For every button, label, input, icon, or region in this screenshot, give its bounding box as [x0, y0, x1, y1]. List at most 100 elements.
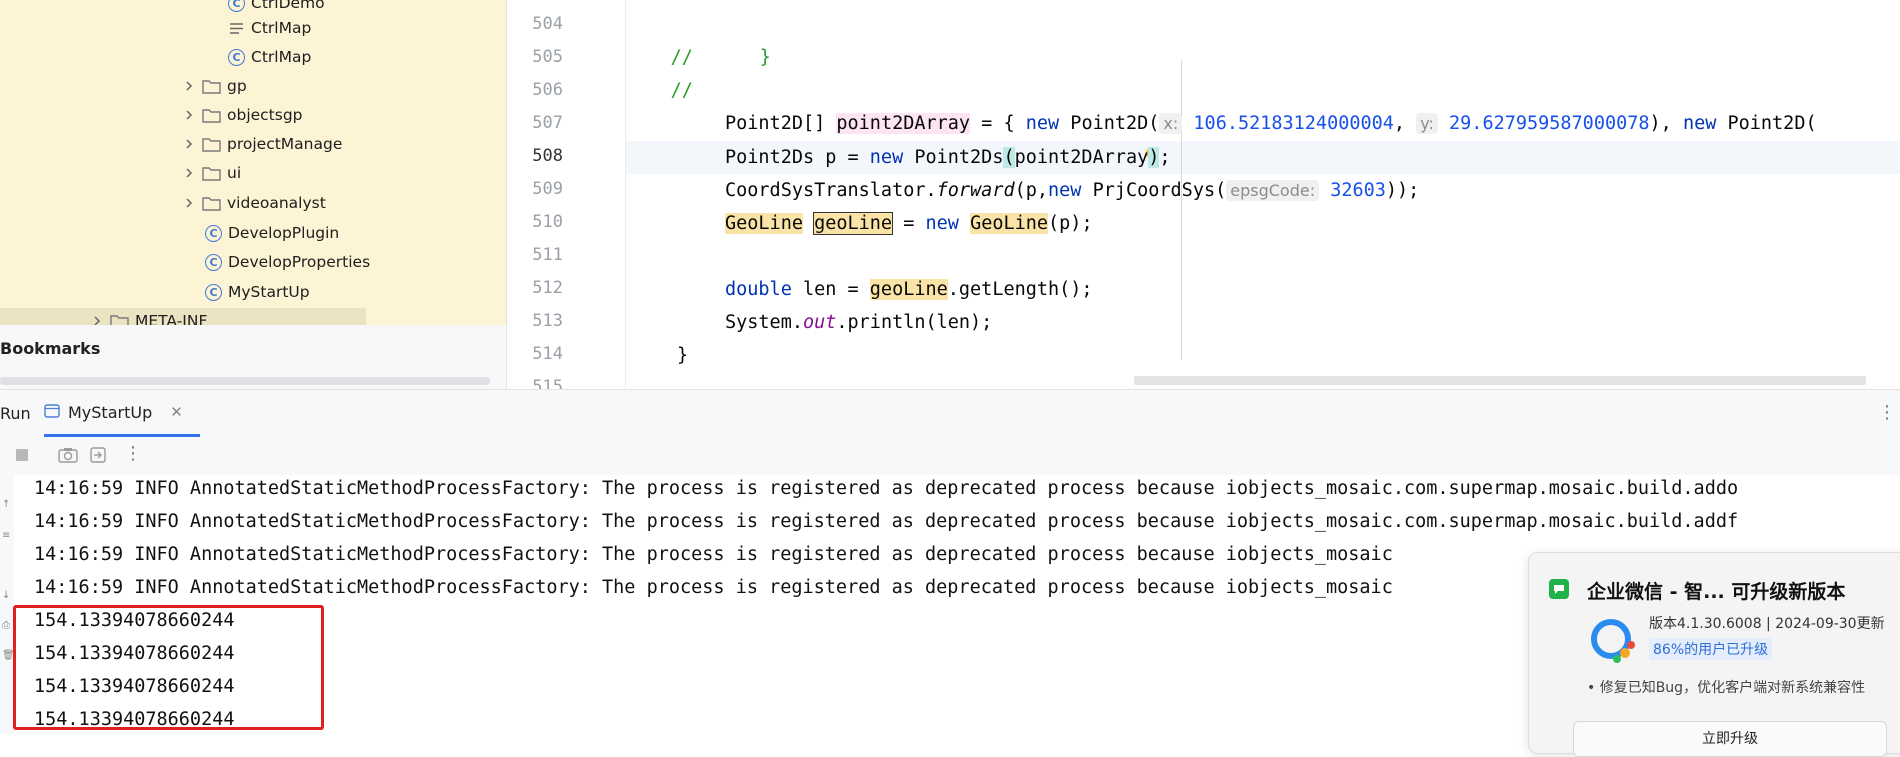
tree-item-ctrlmap-file[interactable]: CtrlMap — [228, 15, 311, 41]
tree-item-ctrldemo[interactable]: C CtrlDemo — [228, 0, 325, 16]
number-literal: 29.627959587000078 — [1437, 113, 1650, 134]
code-editor[interactable]: 504 505 506 507 508 509 510 511 512 513 … — [507, 0, 1900, 389]
tree-item-videoanalyst[interactable]: videoanalyst — [182, 190, 326, 216]
line-number: 515 — [532, 377, 563, 389]
code-token: PrjCoordSys( — [1081, 180, 1227, 201]
bookmarks-scrollbar[interactable] — [0, 377, 490, 385]
tree-item-mystartup[interactable]: C MyStartUp — [205, 279, 310, 305]
code-token: Point2D( — [1716, 113, 1817, 134]
folder-icon — [202, 78, 221, 94]
run-toolbar: ⋮ — [0, 437, 1900, 475]
indent-guide — [1181, 60, 1182, 360]
stop-icon[interactable] — [14, 447, 30, 467]
code-line-514: } — [677, 339, 688, 372]
code-token: )); — [1385, 180, 1420, 201]
tree-item-projectmanage[interactable]: projectManage — [182, 131, 342, 157]
type-highlight: GeoLine — [725, 213, 803, 234]
code-token: Point2Ds p = — [725, 147, 870, 168]
code-line-512: double len = geoLine.getLength(); — [725, 273, 1093, 306]
camera-icon[interactable] — [58, 447, 78, 467]
code-line-508: Point2Ds p = new Point2Ds(point2DArray); — [725, 141, 1171, 174]
tree-item-developproperties[interactable]: C DevelopProperties — [205, 249, 370, 275]
class-icon: C — [205, 253, 222, 271]
console-line: 14:16:59 INFO AnnotatedStaticMethodProce… — [34, 544, 1393, 565]
code-token: , — [1393, 113, 1417, 134]
tree-item-label: videoanalyst — [227, 194, 326, 212]
tree-item-label: gp — [227, 77, 247, 95]
line-gutter: 504 505 506 507 508 509 510 511 512 513 … — [507, 0, 626, 389]
close-icon[interactable]: ✕ — [170, 403, 183, 421]
tree-item-label: MyStartUp — [228, 283, 310, 301]
run-panel-title: Run — [0, 404, 31, 423]
tree-item-meta-inf[interactable]: META-INF — [0, 308, 366, 325]
class-icon: C — [228, 0, 245, 12]
run-side-toolbar: ↑ ≡ ↓ ⎙ 🗑 — [0, 475, 15, 734]
chevron-right-icon[interactable] — [182, 196, 196, 210]
up-arrow-icon[interactable]: ↑ — [2, 499, 10, 510]
run-config-icon — [44, 403, 60, 422]
notification-title: 企业微信 - 智... 可升级新版本 — [1587, 581, 1846, 603]
tree-item-label: CtrlMap — [251, 48, 312, 66]
static-method: forward — [936, 180, 1015, 201]
line-number: 507 — [532, 113, 563, 133]
chevron-right-icon[interactable] — [182, 137, 196, 151]
scroll-to-end-icon[interactable]: ↓ — [2, 590, 10, 601]
code-token: (p); — [1048, 213, 1093, 234]
code-token: = — [892, 213, 926, 234]
code-token: .println(len); — [836, 312, 993, 333]
tab-mystartup[interactable]: MyStartUp ✕ — [44, 390, 200, 437]
keyword: new — [925, 213, 959, 234]
line-number: 505 — [532, 47, 563, 67]
brace-match: ( — [1003, 147, 1015, 168]
run-tabbar: Run MyStartUp ✕ ⋮ — [0, 390, 1900, 438]
chevron-right-icon[interactable] — [90, 314, 104, 325]
tree-item-objectsgp[interactable]: objectsgp — [182, 102, 303, 128]
code-line-509: CoordSysTranslator.forward(p,new PrjCoor… — [725, 174, 1419, 207]
tree-item-gp[interactable]: gp — [182, 73, 247, 99]
code-token: .getLength(); — [947, 279, 1093, 300]
code-token: Point2Ds — [903, 147, 1004, 168]
tree-item-label: CtrlDemo — [251, 0, 325, 12]
number-literal: 32603 — [1319, 180, 1386, 201]
code-line-513: System.out.println(len); — [725, 306, 992, 339]
tree-item-label: projectManage — [227, 135, 343, 153]
tree-item-label: DevelopProperties — [228, 253, 371, 271]
export-icon[interactable] — [90, 447, 108, 467]
folder-icon — [202, 107, 221, 123]
code-line-510: GeoLine geoLine = new GeoLine(p); — [725, 207, 1093, 240]
update-notification[interactable]: 企业微信 - 智... 可升级新版本 版本4.1.30.6008 | 2024-… — [1528, 552, 1900, 757]
param-hint-epsg: epsgCode: — [1226, 180, 1320, 201]
tree-item-ctrlmap-class[interactable]: C CtrlMap — [228, 44, 311, 70]
tree-item-ui[interactable]: ui — [182, 160, 241, 186]
bookmarks-title: Bookmarks — [0, 339, 101, 358]
text-file-icon — [228, 20, 245, 37]
tree-item-developplugin[interactable]: C DevelopPlugin — [205, 220, 339, 246]
number-literal: 106.52183124000004 — [1182, 113, 1394, 134]
line-number-current: 508 — [532, 146, 563, 166]
more-options-icon[interactable]: ⋮ — [1878, 402, 1896, 423]
class-icon: C — [205, 224, 222, 242]
tree-item-label: CtrlMap — [251, 19, 312, 37]
code-token: System. — [725, 312, 803, 333]
tree-item-label: DevelopPlugin — [228, 224, 340, 242]
soft-wrap-icon[interactable]: ≡ — [2, 530, 10, 541]
code-token: point2DArray — [1014, 147, 1149, 168]
print-icon[interactable]: ⎙ — [2, 620, 10, 631]
code-token: CoordSysTranslator. — [725, 180, 937, 201]
editor-horizontal-scrollbar[interactable] — [1134, 376, 1866, 385]
chevron-right-icon[interactable] — [182, 108, 196, 122]
folder-icon — [202, 195, 221, 211]
chevron-right-icon[interactable] — [182, 79, 196, 93]
upgrade-now-button[interactable]: 立即升级 — [1573, 721, 1887, 757]
bookmarks-panel: Bookmarks — [0, 325, 507, 389]
wecom-logo-icon — [1549, 579, 1569, 603]
line-number: 506 — [532, 80, 563, 100]
more-options-icon[interactable]: ⋮ — [124, 443, 142, 464]
brace-match: ) — [1148, 147, 1160, 168]
class-icon: C — [205, 283, 222, 301]
tab-label: MyStartUp — [68, 402, 153, 422]
chevron-right-icon[interactable] — [182, 166, 196, 180]
type-highlight: GeoLine — [970, 213, 1049, 234]
